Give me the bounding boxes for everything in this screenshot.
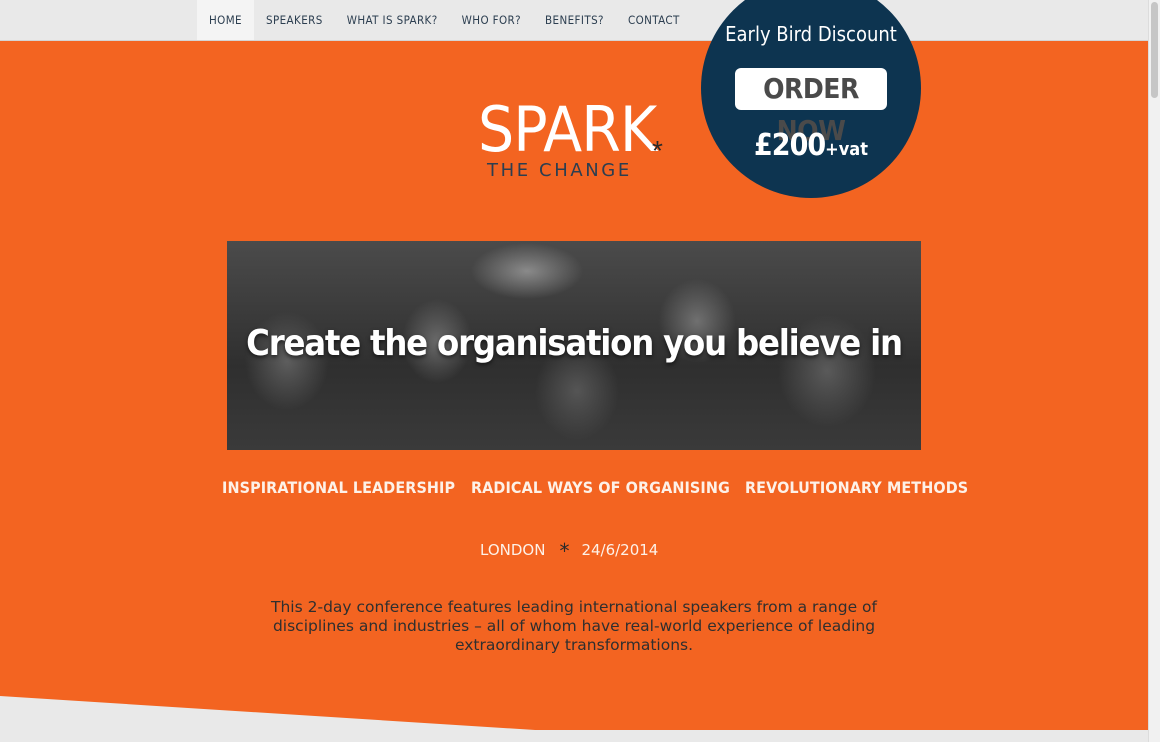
hero-banner-image: Create the organisation you believe in xyxy=(227,241,921,450)
price-amount: £200 xyxy=(754,128,826,163)
page-scrollbar[interactable] xyxy=(1148,0,1160,742)
top-navigation: HOME SPEAKERS WHAT IS SPARK? WHO FOR? BE… xyxy=(0,0,1148,41)
conference-description: This 2-day conference features leading i… xyxy=(271,598,877,654)
logo-subtitle: THE CHANGE xyxy=(487,160,632,181)
event-city: LONDON xyxy=(480,541,546,559)
promo-title: Early Bird Discount xyxy=(725,22,897,46)
scrollbar-thumb[interactable] xyxy=(1151,2,1158,98)
spark-logo[interactable]: SPARK * THE CHANGE xyxy=(478,95,678,195)
bottom-strip xyxy=(0,730,1148,742)
nav-item-what-is-spark[interactable]: WHAT IS SPARK? xyxy=(335,0,450,40)
nav-list: HOME SPEAKERS WHAT IS SPARK? WHO FOR? BE… xyxy=(197,0,692,40)
banner-headline: Create the organisation you believe in xyxy=(246,323,903,364)
asterisk-icon: * xyxy=(559,539,570,563)
event-info: LONDON * 24/6/2014 xyxy=(480,539,658,563)
promo-price: £200+vat xyxy=(701,128,921,163)
nav-item-benefits[interactable]: BENEFITS? xyxy=(533,0,616,40)
nav-item-home[interactable]: HOME xyxy=(197,0,254,40)
feature-revolutionary-methods: REVOLUTIONARY METHODS xyxy=(745,478,969,497)
logo-wordmark: SPARK xyxy=(478,93,657,166)
nav-item-contact[interactable]: CONTACT xyxy=(616,0,692,40)
asterisk-icon: * xyxy=(652,135,663,166)
nav-item-speakers[interactable]: SPEAKERS xyxy=(254,0,335,40)
feature-inspirational-leadership: INSPIRATIONAL LEADERSHIP xyxy=(222,478,456,497)
price-suffix: +vat xyxy=(825,139,868,160)
feature-radical-ways: RADICAL WAYS OF ORGANISING xyxy=(471,478,730,497)
order-now-button[interactable]: ORDER NOW xyxy=(735,68,887,147)
event-date: 24/6/2014 xyxy=(581,541,659,559)
nav-item-who-for[interactable]: WHO FOR? xyxy=(450,0,533,40)
